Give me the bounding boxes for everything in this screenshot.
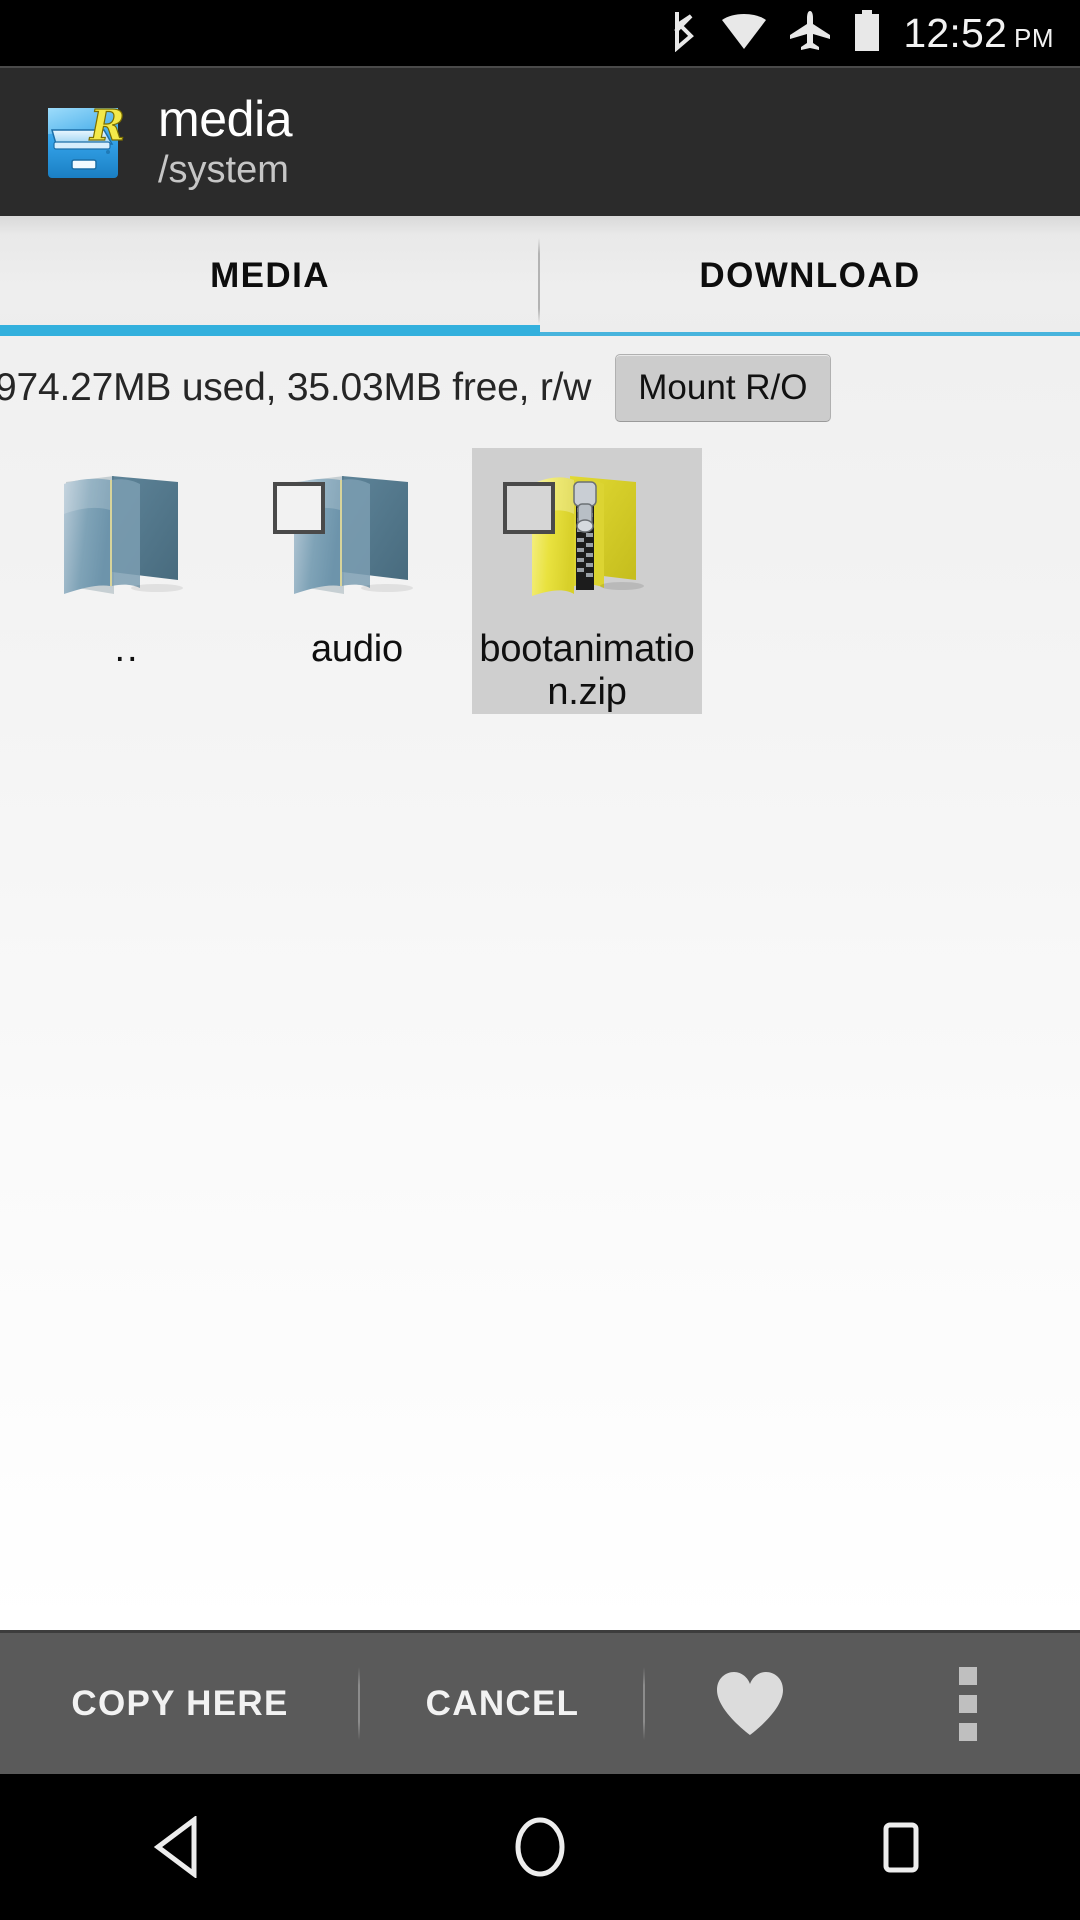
file-item-label: audio	[311, 628, 403, 670]
recents-icon	[874, 1816, 926, 1878]
file-item-label: ..	[114, 628, 140, 670]
tab-media-label: MEDIA	[210, 256, 330, 295]
bluetooth-icon	[669, 10, 699, 57]
android-nav-bar	[0, 1774, 1080, 1920]
favorite-button[interactable]	[645, 1633, 855, 1774]
copy-here-label: COPY HERE	[71, 1683, 289, 1723]
file-checkbox[interactable]	[503, 482, 555, 534]
copy-here-button[interactable]: COPY HERE	[0, 1633, 360, 1774]
back-icon	[150, 1816, 210, 1878]
storage-info-row: 974.27MB used, 35.03MB free, r/w Mount R…	[0, 336, 1080, 440]
file-item-parent[interactable]: ..	[12, 448, 242, 714]
root-explorer-icon[interactable]: R	[42, 100, 126, 184]
tab-download[interactable]: DOWNLOAD	[540, 216, 1080, 336]
app-screen: 12:52 PM R media /system MEDIA DOWNLOAD …	[0, 0, 1080, 1920]
status-bar: 12:52 PM	[0, 0, 1080, 66]
breadcrumb-path: /system	[158, 149, 289, 191]
home-icon	[512, 1816, 568, 1878]
folder-icon	[37, 460, 217, 608]
tab-bar: MEDIA DOWNLOAD	[0, 216, 1080, 336]
status-bar-icons	[669, 9, 881, 57]
nav-recents-button[interactable]	[800, 1774, 1000, 1920]
file-item-audio[interactable]: audio	[242, 448, 472, 714]
nav-home-button[interactable]	[440, 1774, 640, 1920]
cancel-button[interactable]: CANCEL	[360, 1633, 645, 1774]
header-text-block: media /system	[158, 91, 293, 192]
action-bar: COPY HERE CANCEL	[0, 1630, 1080, 1774]
clock-time: 12:52	[903, 9, 1007, 56]
zip-icon	[497, 460, 677, 608]
clock-ampm: PM	[1014, 22, 1054, 53]
svg-text:R: R	[89, 101, 125, 150]
tab-download-label: DOWNLOAD	[699, 256, 921, 295]
nav-back-button[interactable]	[80, 1774, 280, 1920]
cancel-label: CANCEL	[425, 1683, 580, 1723]
folder-icon	[267, 460, 447, 608]
file-item-bootanimation-zip[interactable]: bootanimation.zip	[472, 448, 702, 714]
tab-media[interactable]: MEDIA	[0, 216, 540, 336]
page-title: media	[158, 91, 293, 147]
file-checkbox[interactable]	[273, 482, 325, 534]
file-browser-content: 974.27MB used, 35.03MB free, r/w Mount R…	[0, 336, 1080, 1629]
overflow-menu-button[interactable]	[855, 1633, 1080, 1774]
overflow-menu-icon	[958, 1666, 977, 1741]
status-bar-clock: 12:52 PM	[903, 10, 1054, 57]
wifi-icon	[721, 12, 767, 55]
mount-ro-button[interactable]: Mount R/O	[615, 354, 831, 422]
file-item-label: bootanimation.zip	[479, 628, 695, 713]
file-grid: .. audio bootanimation.zip	[0, 448, 1080, 714]
app-header: R media /system	[0, 66, 1080, 216]
heart-icon	[715, 1671, 785, 1737]
tab-active-indicator	[0, 325, 540, 336]
storage-info-text: 974.27MB used, 35.03MB free, r/w	[0, 366, 592, 409]
battery-icon	[853, 9, 881, 57]
airplane-mode-icon	[789, 10, 831, 56]
